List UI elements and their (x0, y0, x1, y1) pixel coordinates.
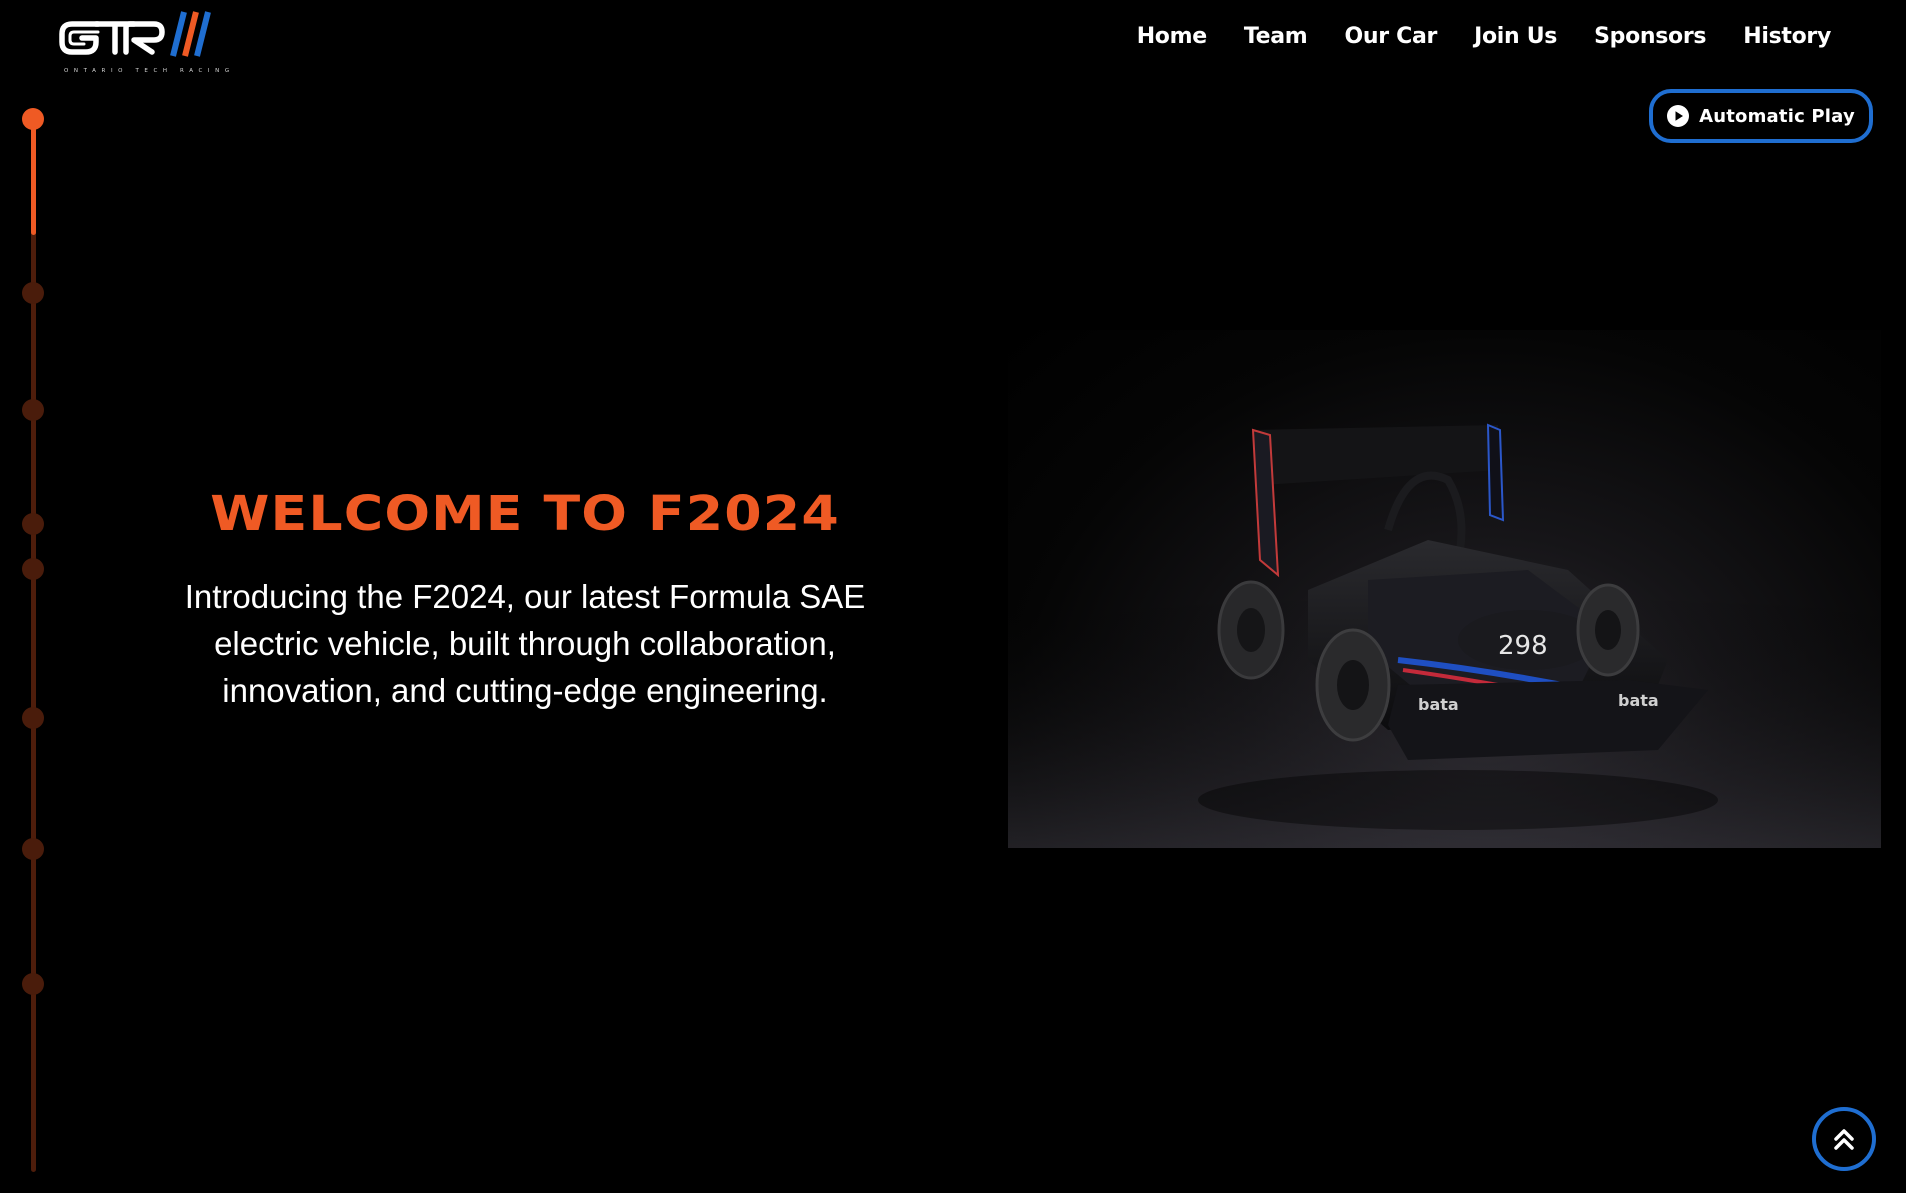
timeline-track (31, 118, 36, 1172)
timeline-progress (31, 118, 36, 235)
timeline-dot-5[interactable] (22, 558, 44, 580)
nav-our-car[interactable]: Our Car (1344, 24, 1437, 49)
sponsor-left: bata (1418, 695, 1459, 714)
otr-logo-mark (59, 11, 211, 57)
timeline-dot-7[interactable] (22, 838, 44, 860)
timeline-dot-6[interactable] (22, 707, 44, 729)
page: ONTARIO TECH RACING Home Team Our Car Jo… (0, 0, 1906, 1193)
formula-car-illustration: 298 bata bata (1008, 423, 1881, 848)
car-image: 298 bata bata (1008, 330, 1881, 848)
nav-join-us[interactable]: Join Us (1474, 24, 1557, 49)
logo-subtext: ONTARIO TECH RACING (64, 68, 235, 74)
nav-sponsors[interactable]: Sponsors (1594, 24, 1706, 49)
automatic-play-button[interactable]: Automatic Play (1649, 89, 1873, 143)
logo[interactable]: ONTARIO TECH RACING (58, 10, 229, 74)
timeline-dot-3[interactable] (22, 399, 44, 421)
automatic-play-label: Automatic Play (1699, 105, 1855, 127)
timeline-dot-4[interactable] (22, 513, 44, 535)
hero-title: WELCOME TO F2024 (210, 486, 840, 542)
nav-history[interactable]: History (1743, 24, 1831, 49)
timeline-dot-1[interactable] (22, 108, 44, 130)
nav-team[interactable]: Team (1244, 24, 1308, 49)
timeline-dot-8[interactable] (22, 973, 44, 995)
double-chevron-up-icon (1834, 1129, 1854, 1150)
sponsor-right: bata (1618, 691, 1659, 710)
scroll-to-top-button[interactable] (1812, 1107, 1876, 1171)
hero-description: Introducing the F2024, our latest Formul… (184, 578, 866, 709)
main-nav: Home Team Our Car Join Us Sponsors Histo… (1137, 24, 1832, 49)
car-number: 298 (1498, 631, 1548, 661)
nav-home[interactable]: Home (1137, 24, 1207, 49)
play-circle-icon (1667, 105, 1690, 127)
timeline-dot-2[interactable] (22, 282, 44, 304)
